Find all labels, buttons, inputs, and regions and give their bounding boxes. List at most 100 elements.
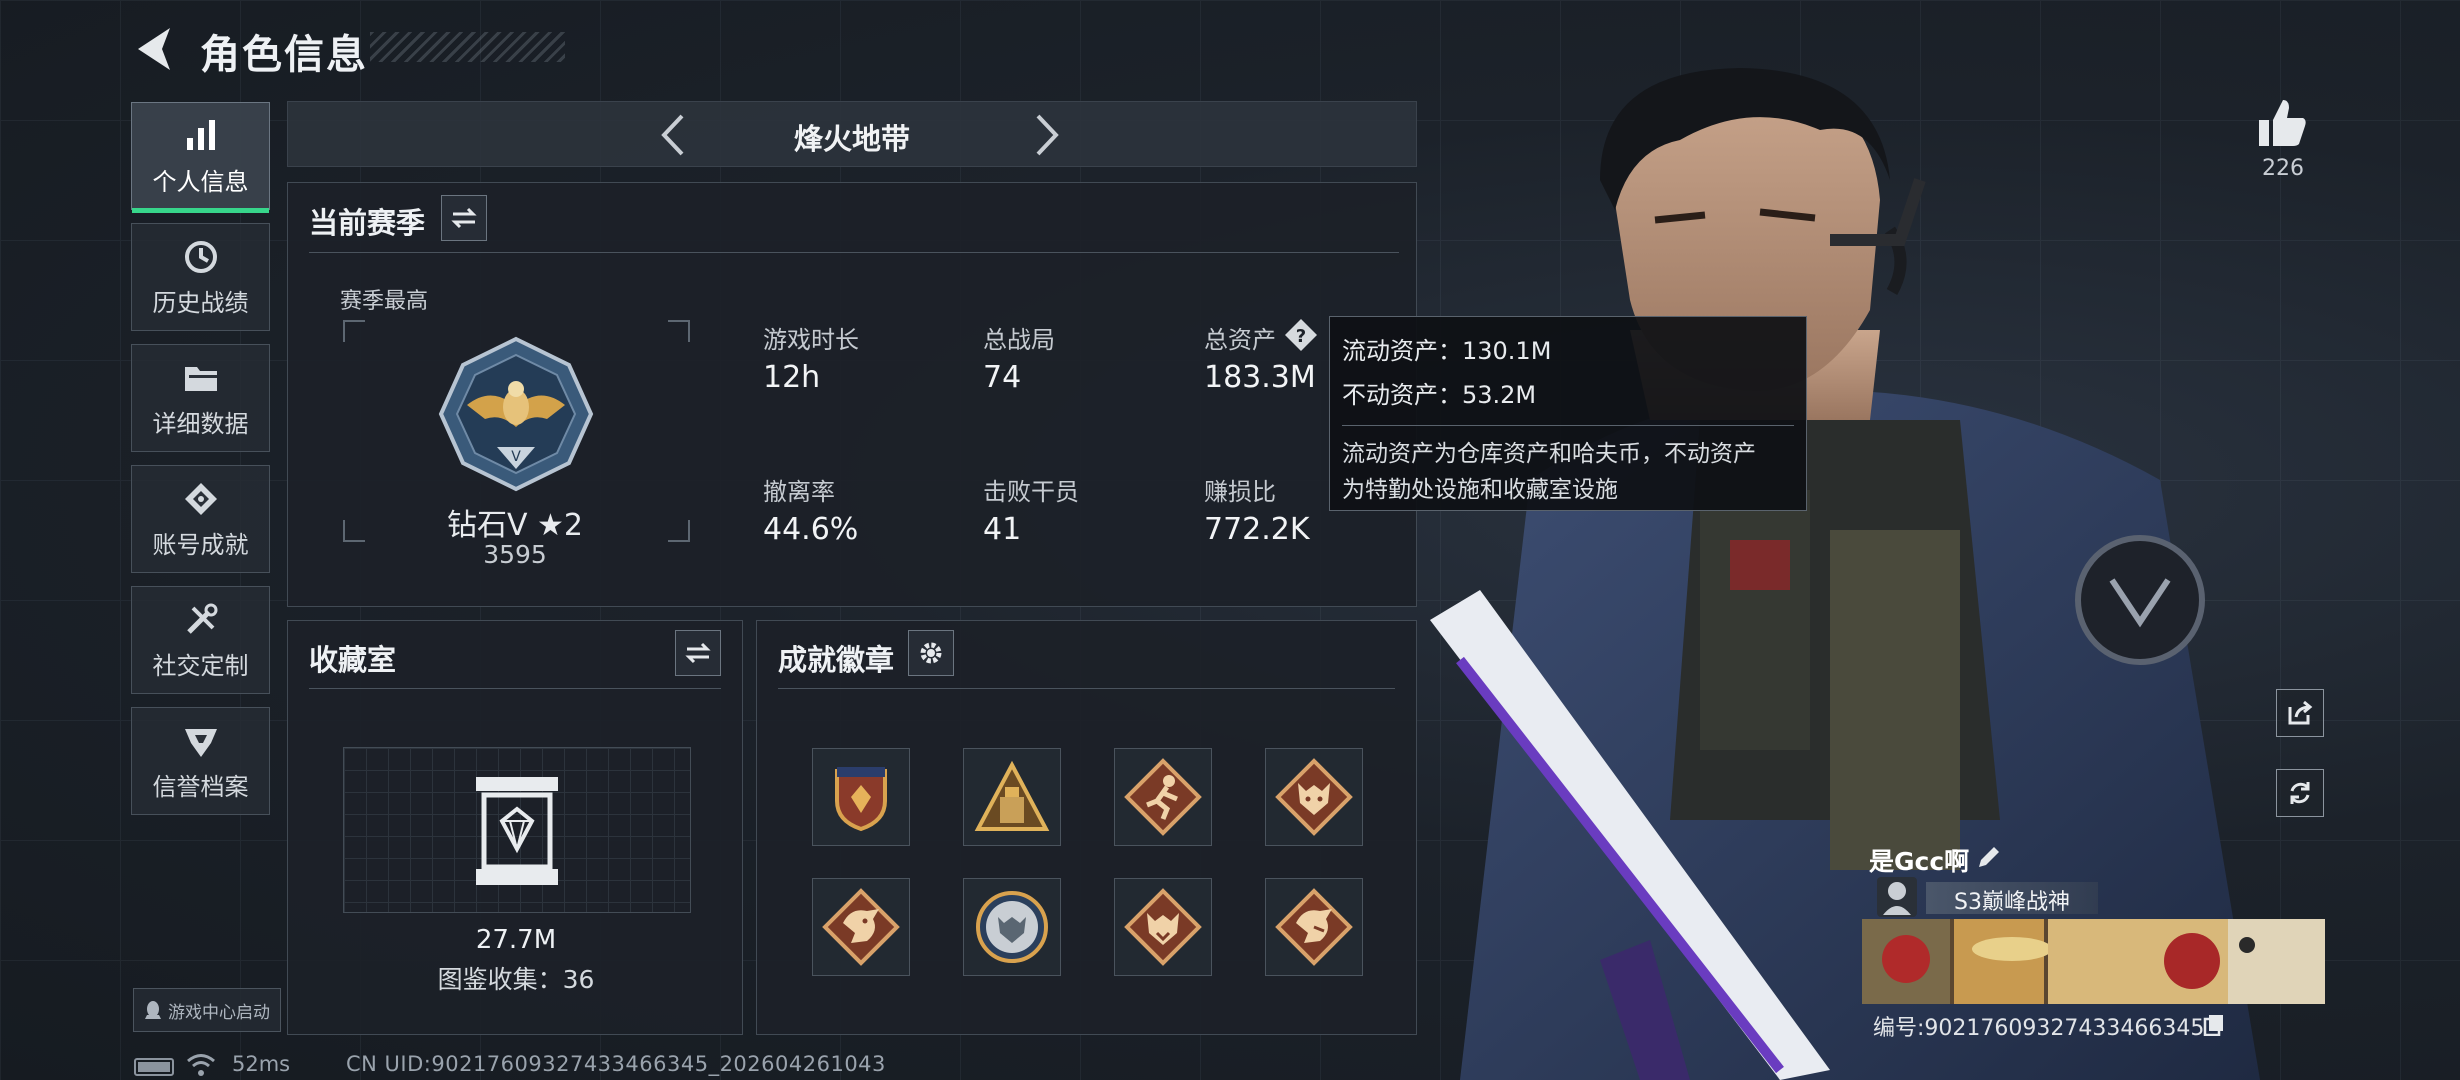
copy-icon[interactable] (2202, 1012, 2226, 1036)
divider (309, 688, 721, 689)
nav-label: 详细数据 (152, 409, 249, 438)
badge-wolf-round[interactable] (963, 878, 1061, 976)
edit-icon[interactable] (1975, 843, 2003, 871)
nav-item-credit-record[interactable]: 信誉档案 (131, 707, 270, 815)
back-arrow-icon[interactable] (132, 24, 176, 74)
like-count: 226 (2262, 156, 2304, 181)
nav-item-achievements[interactable]: 账号成就 (131, 465, 270, 573)
wifi-icon (187, 1054, 215, 1076)
stat-label: 总资产 (1204, 326, 1276, 354)
wolf-badge-2-icon (1124, 888, 1202, 966)
badge-dragon-2[interactable] (1265, 878, 1363, 976)
divider (309, 252, 1399, 253)
stat-label: 总战局 (983, 326, 1055, 354)
share-icon (2288, 700, 2313, 725)
badges-settings-button[interactable] (908, 630, 954, 676)
gear-icon (920, 642, 942, 664)
nav-label: 账号成就 (152, 530, 249, 559)
uid-text: CN UID:902176093274334663​45_20260426104… (346, 1052, 886, 1076)
tools-icon (186, 603, 217, 634)
page-title: 角色信息 (200, 32, 368, 78)
stat-value: 772.2K (1204, 512, 1310, 547)
title-decoration (370, 32, 565, 62)
credit-icon (184, 728, 217, 757)
collection-switch-button[interactable] (675, 630, 721, 676)
badge-shield[interactable] (812, 748, 910, 846)
tooltip-divider (1342, 425, 1794, 426)
frame-corner (668, 520, 690, 542)
season-subtitle: 赛季最高 (340, 289, 429, 314)
frame-corner (343, 320, 365, 342)
bar-chart-icon (186, 119, 215, 150)
help-icon[interactable]: ? (1283, 317, 1319, 353)
refresh-button[interactable] (2276, 769, 2324, 817)
nav-label: 个人信息 (152, 167, 249, 196)
player-banner (1862, 919, 2325, 1004)
tooltip-description-1: 流动资产为仓库资产和哈夫币，不动资产 (1342, 441, 1756, 467)
frame-corner (668, 320, 690, 342)
stat-label: 击败干员 (983, 478, 1079, 506)
tooltip-fixed-assets: 不动资产：53.2M (1342, 381, 1537, 409)
season-title: 当前赛季 (309, 206, 426, 240)
season-switch-button[interactable] (441, 195, 487, 241)
share-button[interactable] (2276, 689, 2324, 737)
collection-value: 27.7M (475, 925, 557, 955)
badge-runner[interactable] (1114, 748, 1212, 846)
badge-wolf-2[interactable] (1114, 878, 1212, 976)
next-mode-icon[interactable] (1020, 110, 1070, 160)
nav-item-history[interactable]: 历史战绩 (131, 223, 270, 331)
nav-item-personal-info[interactable]: 个人信息 (131, 102, 270, 213)
nav-item-social-custom[interactable]: 社交定制 (131, 586, 270, 694)
runner-badge-icon (1124, 758, 1202, 836)
stat-label: 游戏时长 (763, 326, 859, 354)
badge-dragon[interactable] (812, 878, 910, 976)
pyramid-badge-icon (974, 760, 1050, 831)
nav-label: 历史战绩 (152, 288, 249, 317)
svg-text:?: ? (1296, 326, 1306, 347)
tooltip-liquid-assets: 流动资产：130.1M (1342, 337, 1552, 365)
stat-value: 74 (983, 360, 1022, 395)
diamond-rank-emblem-icon: V (438, 336, 594, 492)
mode-selector: 烽火地带 (287, 101, 1417, 167)
badges-title: 成就徽章 (778, 643, 895, 677)
nav-label: 社交定制 (152, 651, 249, 680)
nav-item-detailed-data[interactable]: 详细数据 (131, 344, 270, 452)
collection-title: 收藏室 (309, 643, 397, 677)
avatar (1877, 877, 1917, 917)
ping-value: 52ms (232, 1052, 291, 1076)
rank-score: 3595 (483, 540, 547, 569)
launch-label: 游戏中心启动 (168, 1002, 270, 1023)
player-id: 编号:902176093274334663​45 (1873, 1016, 2205, 1041)
switch-icon (451, 207, 477, 229)
folder-icon (184, 366, 217, 391)
refresh-icon (2290, 782, 2310, 804)
mode-title: 烽火地带 (793, 122, 910, 156)
player-name: 是Gcc啊 (1869, 847, 1970, 876)
wolf-badge-icon (1275, 758, 1353, 836)
frame-corner (343, 520, 365, 542)
rank-name: 钻石V ★2 (446, 508, 584, 543)
game-center-launch-button[interactable]: 游戏中心启动 (133, 988, 281, 1032)
qq-icon (145, 1001, 161, 1019)
thumbs-up-icon[interactable] (2255, 96, 2309, 150)
switch-icon (685, 642, 711, 664)
stat-label: 撤离率 (763, 478, 835, 506)
shield-badge-icon (835, 767, 887, 832)
battery-icon (134, 1058, 174, 1076)
stat-value: 183.3M (1204, 360, 1316, 395)
dragon-badge-2-icon (1275, 888, 1353, 966)
display-case-icon (476, 777, 558, 885)
achievement-icon (184, 482, 217, 515)
wolf-round-badge-icon (976, 891, 1048, 963)
tooltip-description-2: 为特勤处设施和收藏室设施 (1342, 477, 1618, 503)
badge-wolf[interactable] (1265, 748, 1363, 846)
history-icon (184, 240, 217, 273)
badge-pyramid[interactable] (963, 748, 1061, 846)
dragon-badge-icon (822, 888, 900, 966)
stat-label: 赚损比 (1204, 478, 1276, 506)
stat-value: 41 (983, 512, 1022, 547)
divider (778, 688, 1395, 689)
stat-value: 12h (763, 360, 821, 395)
side-nav: 个人信息 历史战绩 详细数据 账号成就 社交定制 信誉档案 (131, 102, 270, 828)
stat-value: 44.6% (763, 512, 859, 547)
